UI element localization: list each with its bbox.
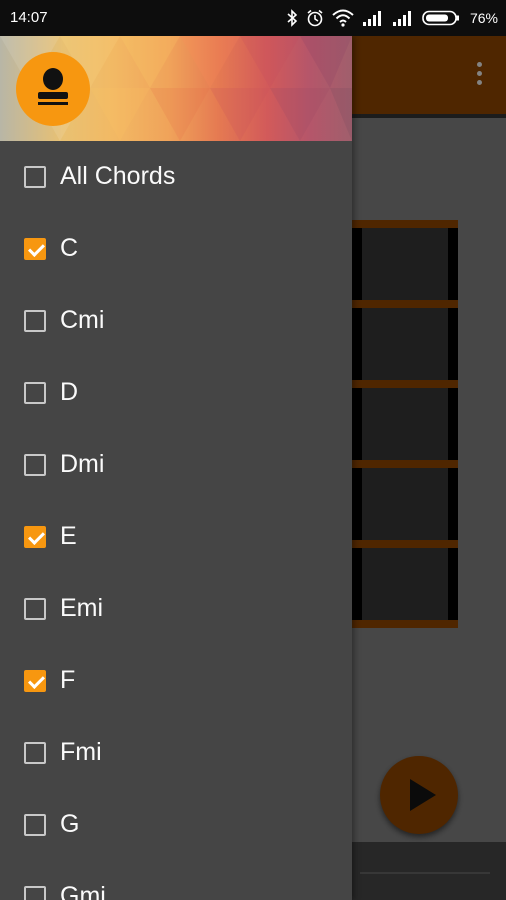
- checkbox[interactable]: [24, 526, 46, 548]
- checkbox[interactable]: [24, 742, 46, 764]
- chord-item[interactable]: Cmi: [0, 285, 352, 357]
- chord-item[interactable]: Gmi: [0, 861, 352, 900]
- chord-item[interactable]: All Chords: [0, 141, 352, 213]
- wifi-icon: [332, 9, 354, 27]
- bluetooth-icon: [287, 9, 298, 27]
- chord-label: All Chords: [60, 162, 176, 190]
- chord-label: F: [60, 666, 76, 694]
- chord-label: Emi: [60, 594, 104, 622]
- checkbox[interactable]: [24, 310, 46, 332]
- chord-label: Dmi: [60, 450, 105, 478]
- chord-item[interactable]: Fmi: [0, 717, 352, 789]
- checkbox[interactable]: [24, 670, 46, 692]
- avatar[interactable]: [16, 52, 90, 126]
- chord-item[interactable]: E: [0, 501, 352, 573]
- checkbox[interactable]: [24, 886, 46, 900]
- chord-label: C: [60, 234, 79, 262]
- checkbox[interactable]: [24, 382, 46, 404]
- chord-item[interactable]: D: [0, 357, 352, 429]
- checkbox[interactable]: [24, 454, 46, 476]
- checkbox[interactable]: [24, 238, 46, 260]
- status-icons: 76%: [286, 7, 498, 29]
- status-time: 14:07: [10, 9, 48, 26]
- checkbox[interactable]: [24, 166, 46, 188]
- chord-item[interactable]: Dmi: [0, 429, 352, 501]
- chord-label: Cmi: [60, 306, 105, 334]
- chord-item[interactable]: G: [0, 789, 352, 861]
- drawer-header: [0, 36, 352, 141]
- chord-label: Gmi: [60, 882, 106, 900]
- chord-item[interactable]: C: [0, 213, 352, 285]
- user-icon: [43, 68, 63, 90]
- chord-item[interactable]: Emi: [0, 573, 352, 645]
- signal-icon: [362, 11, 381, 26]
- checkbox[interactable]: [24, 814, 46, 836]
- chord-label: D: [60, 378, 79, 406]
- chord-label: E: [60, 522, 77, 550]
- status-bar: 14:07 76%: [0, 0, 506, 36]
- alarm-icon: [307, 9, 323, 27]
- battery-percent: 76%: [469, 10, 498, 26]
- battery-icon: [422, 10, 459, 26]
- checkbox[interactable]: [24, 598, 46, 620]
- chord-item[interactable]: F: [0, 645, 352, 717]
- navigation-drawer: All Chords C Cmi D Dmi E Emi F Fmi G Gmi: [0, 36, 352, 900]
- chord-label: Fmi: [60, 738, 102, 766]
- chord-label: G: [60, 810, 80, 838]
- signal-icon: [392, 11, 411, 26]
